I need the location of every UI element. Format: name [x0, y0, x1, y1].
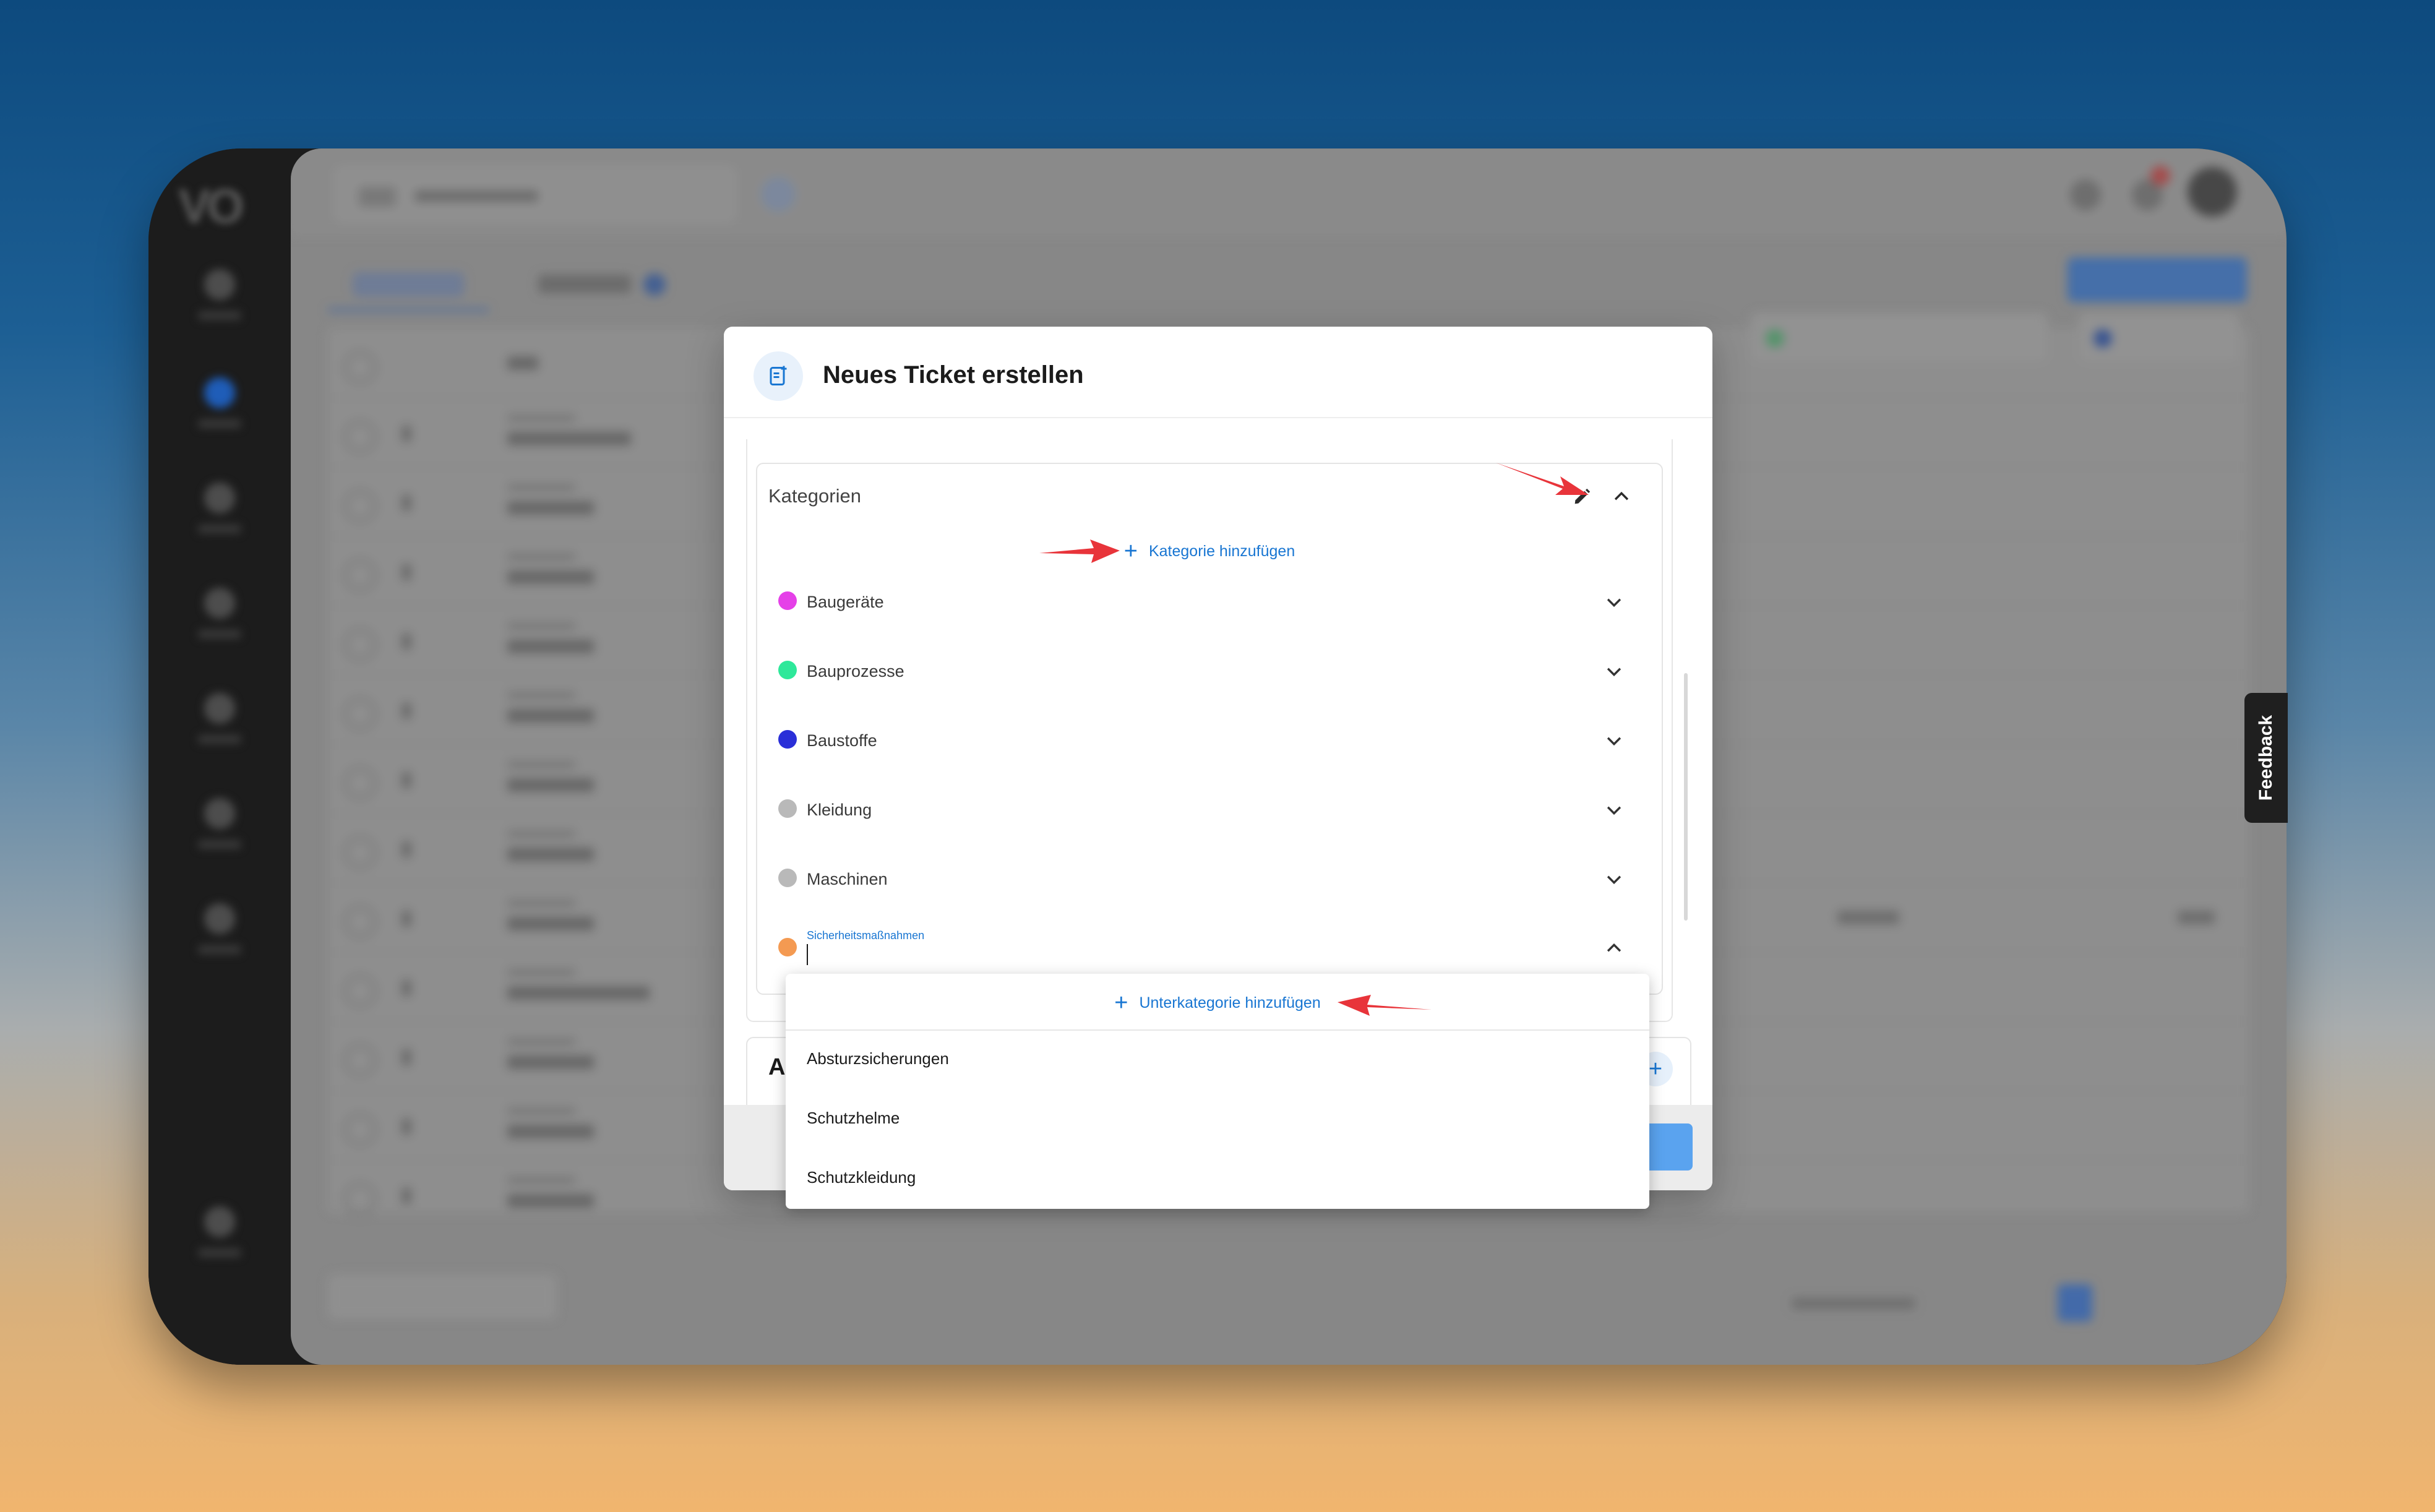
categories-card: Kategorien + Kategorie hinzufügen Baugerä… — [756, 463, 1663, 995]
category-color-dot — [778, 661, 797, 679]
categories-title: Kategorien — [768, 485, 861, 507]
category-item-baugeraete[interactable]: Baugeräte — [757, 570, 1662, 632]
category-label: Baustoffe — [807, 731, 877, 750]
chevron-up-icon[interactable] — [1611, 486, 1632, 510]
category-label: Maschinen — [807, 870, 888, 888]
category-item-sicherheitsmassnahmen[interactable]: Sicherheitsmaßnahmen — [757, 917, 1662, 979]
scrollbar[interactable] — [1684, 673, 1688, 921]
add-category-label: Kategorie hinzufügen — [1148, 543, 1295, 560]
chevron-down-icon[interactable] — [1604, 730, 1625, 754]
sidebar-item-active[interactable] — [192, 377, 247, 452]
sidebar-item[interactable] — [192, 483, 247, 557]
annotation-arrow-edit — [1496, 463, 1589, 495]
category-label: Baugeräte — [807, 593, 884, 611]
add-subcategory-button[interactable]: + Unterkategorie hinzufügen — [786, 990, 1649, 1016]
category-color-dot — [778, 938, 797, 956]
category-color-dot — [778, 591, 797, 610]
chevron-down-icon[interactable] — [1604, 869, 1625, 893]
chevron-down-icon[interactable] — [1604, 591, 1625, 616]
subcategory-item[interactable]: Schutzhelme — [807, 1109, 900, 1128]
subcategory-item[interactable]: Absturzsicherungen — [807, 1049, 949, 1068]
category-label: Bauprozesse — [807, 662, 904, 681]
app-logo: VO — [178, 179, 244, 233]
category-item-maschinen[interactable]: Maschinen — [757, 848, 1662, 909]
feedback-tab[interactable]: Feedback — [2244, 693, 2288, 823]
sidebar-item[interactable] — [192, 588, 247, 662]
subcategory-item[interactable]: Schutzkleidung — [807, 1168, 916, 1187]
annotation-arrow-add-category — [1039, 539, 1120, 563]
ticket-add-icon — [754, 351, 803, 401]
category-item-kleidung[interactable]: Kleidung — [757, 778, 1662, 840]
add-subcategory-label: Unterkategorie hinzufügen — [1139, 994, 1321, 1012]
modal-title: Neues Ticket erstellen — [823, 361, 1084, 389]
modal-header: Neues Ticket erstellen — [724, 327, 1712, 418]
category-color-dot — [778, 730, 797, 749]
category-item-baustoffe[interactable]: Baustoffe — [757, 709, 1662, 771]
chevron-down-icon[interactable] — [1604, 661, 1625, 685]
add-category-button[interactable]: + Kategorie hinzufügen — [757, 538, 1662, 564]
annotation-arrow-add-subcategory — [1338, 995, 1432, 1016]
category-label: Kleidung — [807, 801, 872, 819]
sidebar-item[interactable] — [192, 1206, 247, 1281]
sidebar-item[interactable] — [192, 693, 247, 767]
sidebar-item[interactable] — [192, 903, 247, 977]
divider — [786, 1029, 1649, 1031]
category-item-bauprozesse[interactable]: Bauprozesse — [757, 640, 1662, 702]
category-color-dot — [778, 869, 797, 887]
category-color-dot — [778, 799, 797, 818]
plus-icon: + — [1123, 538, 1138, 564]
text-cursor — [807, 944, 808, 965]
chevron-down-icon[interactable] — [1604, 799, 1625, 823]
sidebar: VO — [148, 148, 291, 1365]
chevron-up-icon[interactable] — [1604, 938, 1625, 962]
feedback-label: Feedback — [2256, 715, 2276, 801]
subcategory-dropdown: + Unterkategorie hinzufügen Absturzsicher… — [786, 974, 1649, 1209]
plus-icon: + — [1114, 990, 1128, 1016]
sidebar-item[interactable] — [192, 269, 247, 343]
sidebar-item[interactable] — [192, 798, 247, 872]
category-edit-label: Sicherheitsmaßnahmen — [807, 929, 925, 942]
